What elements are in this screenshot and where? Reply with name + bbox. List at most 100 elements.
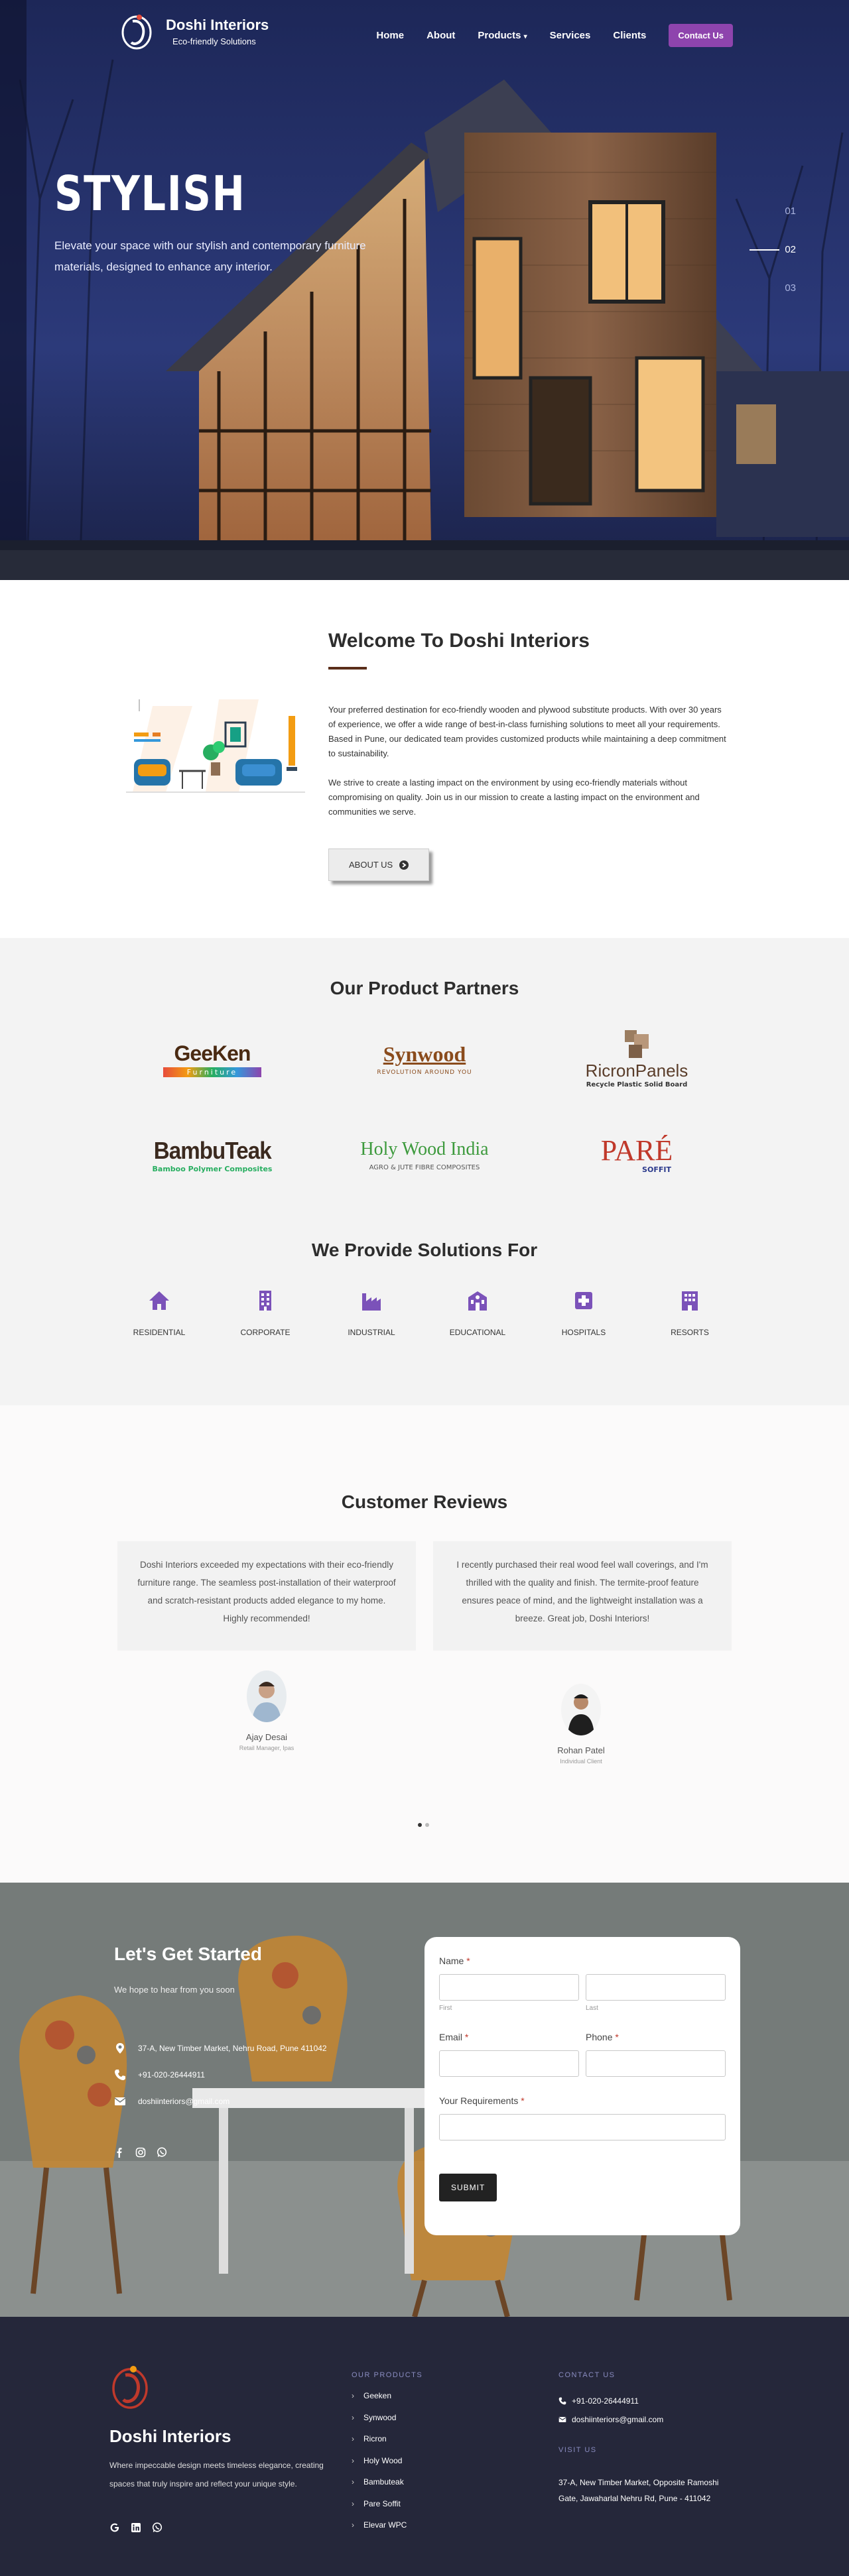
phone-icon xyxy=(115,2070,125,2080)
office-building-icon xyxy=(259,1291,271,1311)
requirements-label: Your Requirements * xyxy=(439,2095,525,2106)
footer-social-links xyxy=(109,2522,163,2533)
welcome-content: Welcome To Doshi Interiors Your preferre… xyxy=(328,630,726,881)
footer-product-link[interactable]: Holy Wood xyxy=(352,2456,407,2465)
footer-brand-name: Doshi Interiors xyxy=(109,2426,231,2446)
partners-title: Our Product Partners xyxy=(330,978,519,998)
phone-label: Phone * xyxy=(586,2032,619,2042)
contact-email-text: doshiinteriors@gmail.com xyxy=(138,2097,230,2106)
last-name-input[interactable] xyxy=(586,1974,726,2001)
about-us-button[interactable]: ABOUT US xyxy=(328,849,430,881)
reviewer-role-2: Individual Client xyxy=(560,1758,602,1765)
footer-logo-icon[interactable] xyxy=(109,2363,151,2410)
brand-logo[interactable]: Doshi Interiors Eco-friendly Solutions xyxy=(119,12,269,50)
email-phone-labels: Email * Phone * xyxy=(439,2032,726,2042)
welcome-section: Welcome To Doshi Interiors Your preferre… xyxy=(0,580,849,938)
partner-logo-grid: GeeKen Furniture Synwood REVOLUTION AROU… xyxy=(106,1024,743,1190)
contact-social-links xyxy=(114,2147,327,2158)
partner-logo-geeken[interactable]: GeeKen Furniture xyxy=(106,1024,318,1094)
synwood-wordmark: Synwood xyxy=(383,1042,466,1066)
whatsapp-icon[interactable] xyxy=(157,2147,167,2158)
email-input[interactable] xyxy=(439,2050,579,2077)
pare-wordmark: PARÉ xyxy=(600,1134,673,1167)
brand-logo-mark-icon xyxy=(121,15,152,50)
solution-hospitals-label: HOSPITALS xyxy=(561,1328,606,1337)
review-card-1: Doshi Interiors exceeded my expectations… xyxy=(117,1541,416,1651)
slide-2[interactable]: 02 xyxy=(750,244,796,256)
solution-industrial-label: INDUSTRIAL xyxy=(348,1328,395,1337)
footer-email[interactable]: doshiinteriors@gmail.com xyxy=(558,2415,663,2424)
solution-hospitals: HOSPITALS xyxy=(531,1289,637,1337)
solution-educational: EDUCATIONAL xyxy=(424,1289,531,1337)
footer-products-title: OUR PRODUCTS xyxy=(352,2371,423,2379)
partner-logo-bambuteak[interactable]: BambuTeak Bamboo Polymer Composites xyxy=(106,1120,318,1190)
footer-email-text: doshiinteriors@gmail.com xyxy=(572,2415,664,2424)
living-room-illustration xyxy=(126,693,305,805)
footer-contact-title: CONTACT US xyxy=(558,2371,616,2379)
contact-email[interactable]: doshiinteriors@gmail.com xyxy=(114,2095,327,2107)
home-icon xyxy=(149,1291,169,1310)
first-name-input[interactable] xyxy=(439,1974,579,2001)
slide-3[interactable]: 03 xyxy=(750,282,796,294)
nav-about[interactable]: About xyxy=(426,30,455,41)
brand-tagline: Eco-friendly Solutions xyxy=(172,36,256,46)
carousel-dot-2[interactable] xyxy=(425,1823,429,1827)
welcome-title: Welcome To Doshi Interiors xyxy=(328,630,590,652)
footer-description: Where impeccable design meets timeless e… xyxy=(109,2461,324,2488)
footer-product-link[interactable]: Synwood xyxy=(352,2413,407,2422)
synwood-subtitle: REVOLUTION AROUND YOU xyxy=(377,1069,472,1076)
footer-product-link[interactable]: Pare Soffit xyxy=(352,2499,407,2508)
whatsapp-icon[interactable] xyxy=(152,2522,163,2533)
bambuteak-subtitle: Bamboo Polymer Composites xyxy=(152,1165,273,1173)
school-icon xyxy=(468,1291,487,1311)
footer-products-list: Geeken Synwood Ricron Holy Wood Bambutea… xyxy=(352,2391,407,2542)
reviewer-name-2: Rohan Patel xyxy=(557,1745,605,1755)
solution-industrial: INDUSTRIAL xyxy=(318,1289,424,1337)
nav-products[interactable]: Products ▾ xyxy=(478,30,527,41)
welcome-paragraph-1: Your preferred destination for eco-frien… xyxy=(328,705,726,758)
name-label: Name * xyxy=(439,1956,470,1966)
phone-icon xyxy=(558,2397,566,2405)
footer-product-link[interactable]: Elevar WPC xyxy=(352,2520,407,2530)
linkedin-icon[interactable] xyxy=(131,2522,141,2533)
contact-us-button[interactable]: Contact Us xyxy=(669,24,733,47)
solution-residential-label: RESIDENTIAL xyxy=(133,1328,186,1337)
google-icon[interactable] xyxy=(109,2522,120,2533)
requirements-input[interactable] xyxy=(439,2114,726,2140)
partner-logo-pare[interactable]: PARÉ SOFFIT xyxy=(531,1120,743,1190)
footer-phone[interactable]: +91-020-26444911 xyxy=(558,2396,639,2406)
nav-services[interactable]: Services xyxy=(550,30,591,41)
contact-address-text: 37-A, New Timber Market, Nehru Road, Pun… xyxy=(138,2044,327,2053)
slide-1[interactable]: 01 xyxy=(750,205,796,217)
instagram-icon[interactable] xyxy=(135,2147,146,2158)
holywood-wordmark: Holy Wood India xyxy=(360,1139,489,1159)
solution-resorts: RESORTS xyxy=(637,1289,743,1337)
requirements-label-text: Your Requirements xyxy=(439,2095,519,2106)
requirements-field-row xyxy=(439,2114,726,2140)
partners-section: Our Product Partners GeeKen Furniture Sy… xyxy=(0,938,849,1405)
partner-logo-ricron[interactable]: RicronPanels Recycle Plastic Solid Board xyxy=(531,1024,743,1094)
reviews-title: Customer Reviews xyxy=(341,1492,508,1512)
partner-logo-holywood[interactable]: Holy Wood India AGRO & JUTE FIBRE COMPOS… xyxy=(318,1120,531,1190)
footer-product-link[interactable]: Geeken xyxy=(352,2391,407,2400)
first-name-sublabel: First xyxy=(439,2005,452,2012)
nav-clients[interactable]: Clients xyxy=(613,30,646,41)
bambuteak-wordmark: BambuTeak xyxy=(153,1137,271,1164)
email-label-text: Email xyxy=(439,2032,463,2042)
name-fields xyxy=(439,1974,726,2001)
submit-button[interactable]: SUBMIT xyxy=(439,2174,497,2201)
phone-input[interactable] xyxy=(586,2050,726,2077)
footer-product-link[interactable]: Bambuteak xyxy=(352,2477,407,2487)
person-photo-icon xyxy=(247,1670,287,1722)
brand-name: Doshi Interiors xyxy=(166,16,269,33)
contact-phone[interactable]: +91-020-26444911 xyxy=(114,2069,327,2081)
email-label: Email * xyxy=(439,2032,469,2042)
facebook-icon[interactable] xyxy=(114,2147,125,2158)
partner-logo-synwood[interactable]: Synwood REVOLUTION AROUND YOU xyxy=(318,1024,531,1094)
reviews-section: Customer Reviews Doshi Interiors exceede… xyxy=(0,1405,849,1883)
footer-product-link[interactable]: Ricron xyxy=(352,2434,407,2443)
nav-products-label: Products xyxy=(478,30,521,41)
name-sublabels: First Last xyxy=(439,2001,726,2012)
carousel-dot-1[interactable] xyxy=(418,1823,422,1827)
nav-home[interactable]: Home xyxy=(376,30,404,41)
